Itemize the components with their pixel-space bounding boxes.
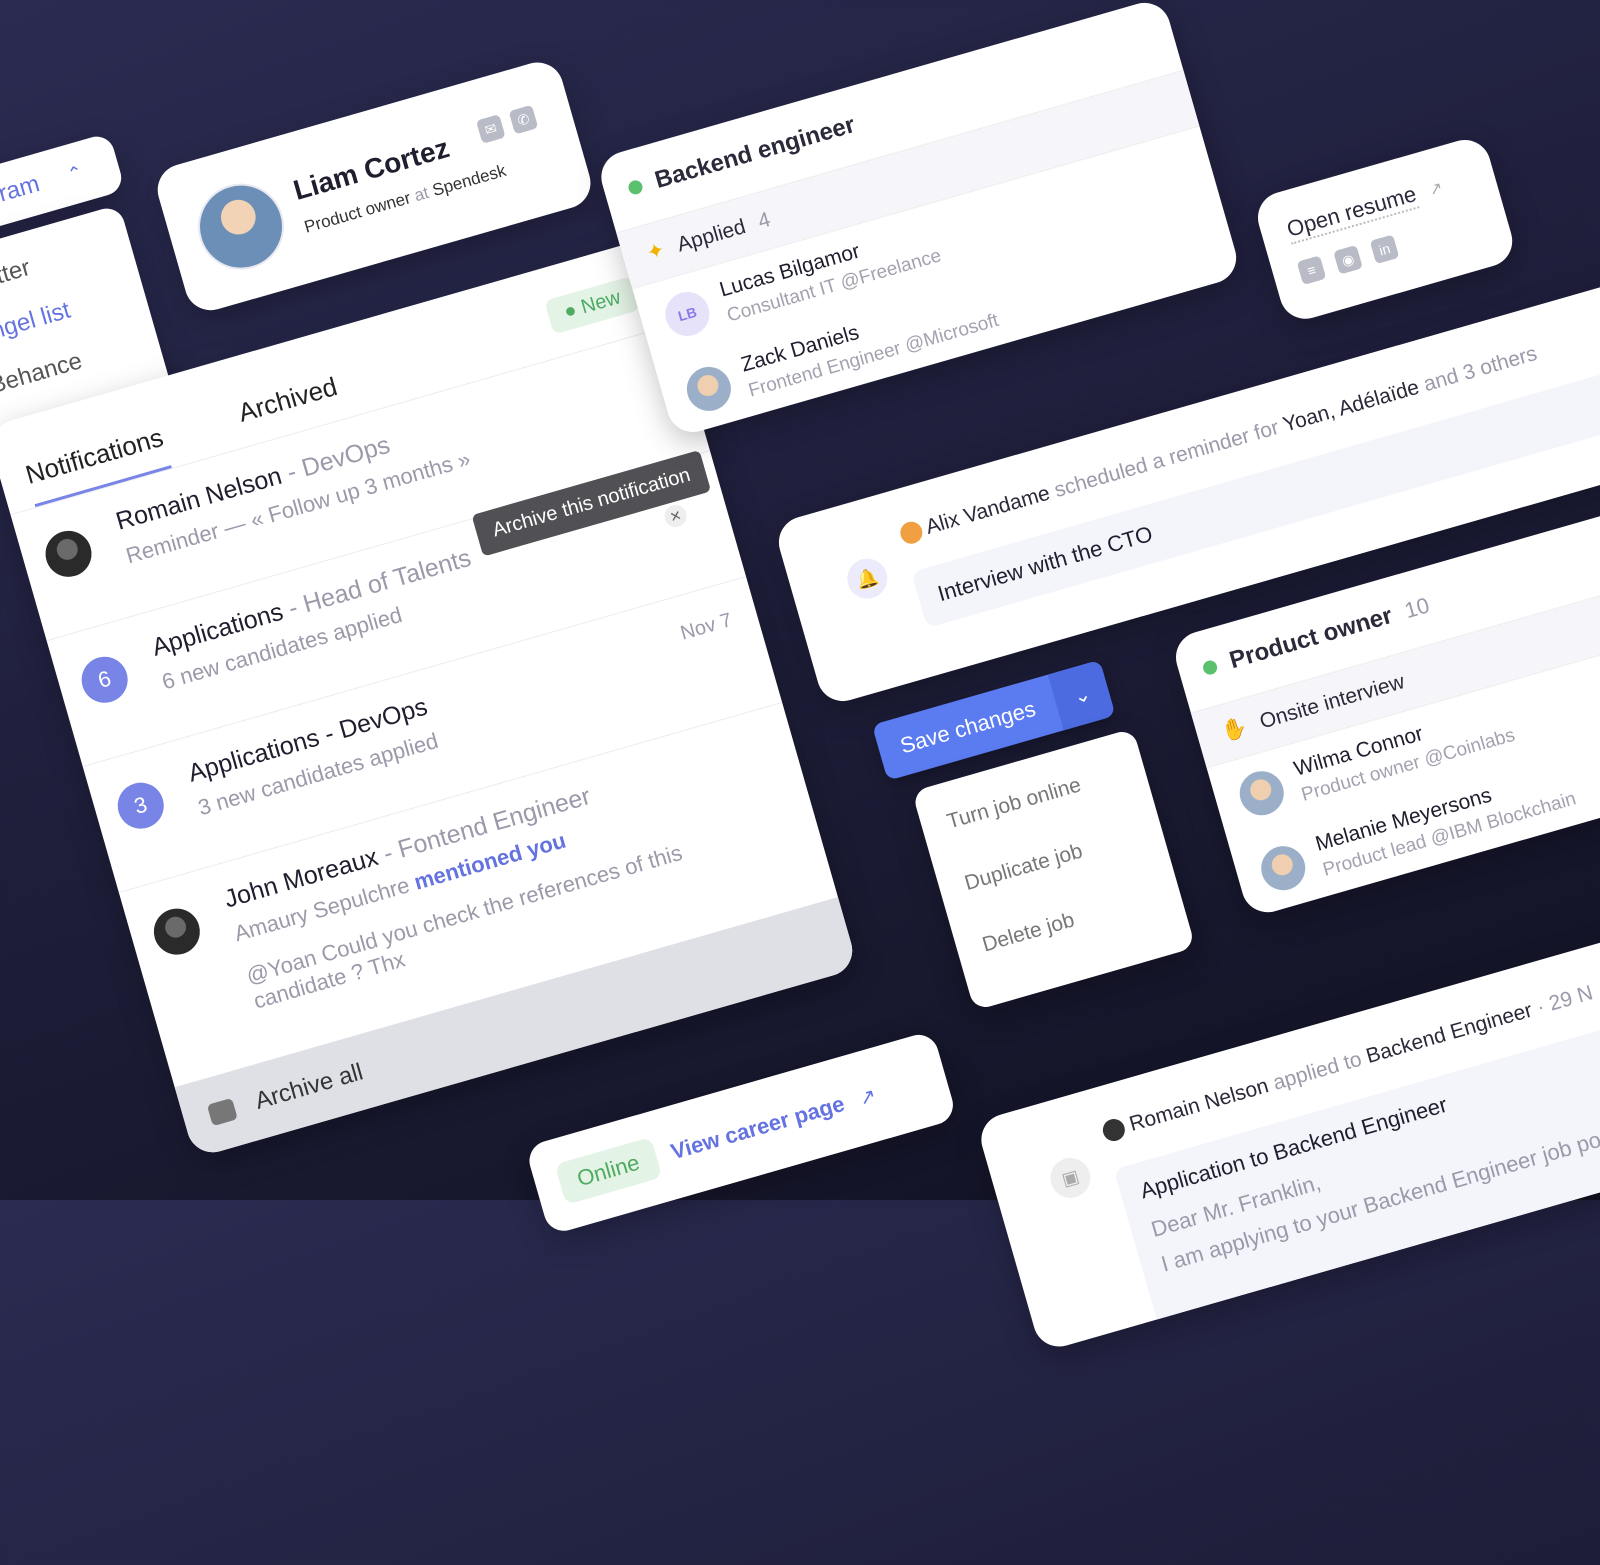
application-actor: Romain Nelson	[1126, 1074, 1272, 1136]
sparkle-icon: ✦	[644, 238, 668, 266]
stage-count: 4	[755, 207, 773, 233]
profile-company: Spendesk	[430, 160, 509, 200]
reminder-others: and 3 others	[1421, 341, 1540, 397]
pipeline-count: 10	[1401, 592, 1433, 624]
avatar	[40, 525, 97, 583]
stage-name: Applied	[674, 214, 749, 257]
new-badge: ● New	[544, 276, 641, 335]
application-date: · 29 N	[1534, 981, 1596, 1020]
status-badge: Online	[554, 1137, 662, 1205]
linkedin-icon[interactable]: in	[1369, 234, 1400, 265]
stage: Instagram ⌃ Twitter Angel list Behance L…	[0, 0, 1600, 1410]
career-page-card: Online View career page ↗	[524, 1030, 958, 1236]
handshake-icon: ✋	[1218, 715, 1251, 745]
avatar	[1234, 765, 1289, 821]
avatar: LB	[660, 286, 715, 342]
briefcase-icon: ▣	[1045, 1153, 1096, 1203]
mail-icon[interactable]: ✉	[475, 114, 506, 144]
avatar	[1256, 840, 1311, 896]
resume-card: Open resume ↗ ≡ ◉ in	[1251, 133, 1519, 325]
status-dot	[626, 178, 645, 197]
avatar	[681, 361, 737, 417]
avatar	[148, 903, 206, 961]
view-career-page-link[interactable]: View career page	[668, 1091, 848, 1165]
profile-at: at	[412, 183, 431, 206]
social-selected: Instagram	[0, 170, 43, 226]
status-dot	[1201, 658, 1219, 677]
count-badge: 6	[76, 651, 134, 709]
reminder-targets: Yoan, Adélaïde	[1280, 375, 1422, 437]
count-badge: 3	[112, 777, 170, 835]
application-action: applied to	[1270, 1047, 1365, 1095]
archive-all-label: Archive all	[252, 1058, 367, 1115]
phone-icon[interactable]: ✆	[508, 104, 539, 135]
github-icon[interactable]: ◉	[1333, 244, 1363, 275]
avatar	[1100, 1116, 1128, 1145]
archive-icon	[206, 1097, 238, 1127]
avatar	[187, 173, 295, 280]
external-link-icon[interactable]: ↗	[1427, 177, 1445, 200]
stackoverflow-icon[interactable]: ≡	[1296, 255, 1327, 286]
pipeline-card-backend: Backend engineer ✦ Applied 4 LB Lucas Bi…	[595, 0, 1243, 439]
external-link-icon[interactable]: ↗	[856, 1082, 879, 1111]
bell-icon: 🔔	[842, 553, 893, 604]
avatar	[897, 519, 926, 547]
chevron-up-icon[interactable]: ⌃	[65, 161, 85, 185]
reminder-actor: Alix Vandame	[923, 481, 1053, 539]
job-actions-menu: Turn job online Duplicate job Delete job	[911, 728, 1196, 1011]
